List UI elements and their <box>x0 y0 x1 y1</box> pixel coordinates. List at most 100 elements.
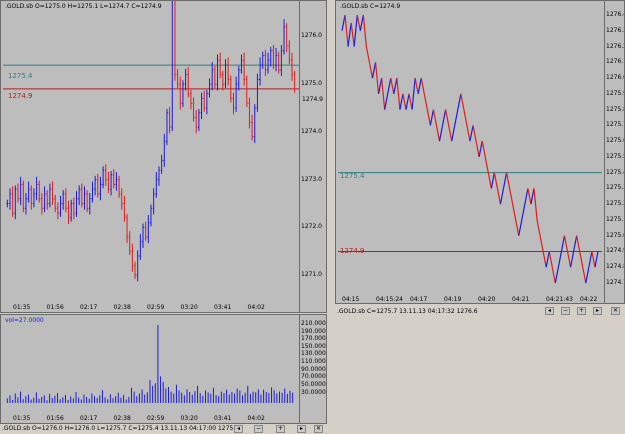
right-y-tick: 1276.3 <box>606 26 625 34</box>
price-line-segment <box>588 251 593 268</box>
price-line-segment <box>557 251 563 268</box>
price-line-segment <box>390 77 395 94</box>
price-line-segment <box>414 77 419 94</box>
left-volume-plot <box>6 324 294 403</box>
price-line-segment <box>563 235 569 252</box>
settings-icon[interactable]: ✕ <box>314 425 323 433</box>
price-line-segment <box>368 62 374 79</box>
right-x-tick: 04:15 <box>342 296 360 303</box>
price-line-segment <box>505 172 511 189</box>
left-chart-title: .GOLD.sb O=1275.0 H=1275.1 L=1274.7 C=12… <box>5 3 162 10</box>
price-line-segment <box>533 188 538 220</box>
right-zoom-out-button[interactable]: − <box>561 307 570 315</box>
price-line-segment <box>460 93 465 110</box>
right-y-tick: 1276.4 <box>606 11 625 19</box>
price-line-segment <box>441 109 447 126</box>
right-x-tick: 04:19 <box>444 296 462 303</box>
right-close-icon[interactable]: ✕ <box>611 307 620 315</box>
volume-x-tick: 01:56 <box>46 415 64 422</box>
price-line-segment <box>566 251 572 268</box>
left-y-tick: 1272.0 <box>301 223 322 231</box>
right-y-tick: 1275.9 <box>606 89 625 97</box>
price-line-segment <box>582 267 587 284</box>
volume-y-tick: 210.0000 <box>301 320 327 327</box>
right-y-tick: 1275.3 <box>606 184 625 192</box>
left-price-panel[interactable]: .GOLD.sb O=1275.0 H=1275.1 L=1274.7 C=12… <box>0 0 327 313</box>
price-line-segment <box>591 251 596 268</box>
right-scroll-right-button[interactable]: ▸ <box>593 307 602 315</box>
price-line-segment <box>350 22 355 47</box>
price-line-segment <box>426 109 431 126</box>
price-line-segment <box>530 188 535 205</box>
scroll-right-button[interactable]: ▸ <box>297 425 306 433</box>
price-line-segment <box>472 125 477 142</box>
price-line-segment <box>484 156 489 173</box>
right-scroll-left-button[interactable]: ◂ <box>545 307 554 315</box>
right-x-tick: 04:21 <box>512 296 530 303</box>
volume-y-tick: 130.0000 <box>301 350 327 358</box>
price-line-segment <box>490 172 495 189</box>
price-line-segment <box>438 125 444 142</box>
price-line-segment <box>536 219 541 236</box>
right-zoom-in-button[interactable]: + <box>577 307 586 315</box>
right-y-tick: 1275.7 <box>606 121 625 129</box>
price-line-segment <box>569 251 575 268</box>
price-line-segment <box>545 251 550 268</box>
price-line-segment <box>387 77 392 94</box>
right-price-plot <box>338 14 602 284</box>
right-chart-title: .GOLD.sb C=1274.9 <box>340 3 401 10</box>
price-line-segment <box>356 14 361 31</box>
right-ref-label-blue: 1275.4 <box>340 172 365 180</box>
left-ref-label-blue: 1275.4 <box>8 72 33 80</box>
zoom-in-button[interactable]: + <box>276 425 285 433</box>
price-line-segment <box>579 251 584 268</box>
right-y-tick: 1274.7 <box>606 278 625 286</box>
left-current-price: 1274.9 <box>302 96 323 103</box>
right-y-tick: 1275.1 <box>606 215 625 223</box>
price-line-segment <box>487 172 492 189</box>
price-line-segment <box>457 93 462 110</box>
volume-y-tick: 30.0000 <box>301 388 326 396</box>
price-line-segment <box>435 125 441 142</box>
left-x-tick: 01:35 <box>13 304 31 311</box>
zoom-out-button[interactable]: − <box>254 425 263 433</box>
price-line-segment <box>384 93 389 110</box>
left-x-tick: 01:56 <box>46 304 64 311</box>
price-line-segment <box>496 188 502 205</box>
price-line-segment <box>502 172 508 189</box>
volume-title: vol=27.0000 <box>5 317 44 324</box>
left-volume-panel[interactable]: vol=27.0000 210.0000 190.0000 170.0000 150.… <box>0 314 327 424</box>
price-line-segment <box>420 77 425 94</box>
price-line-segment <box>448 125 453 142</box>
volume-x-tick: 03:20 <box>180 415 198 422</box>
price-line-segment <box>341 14 346 31</box>
price-line-segment <box>539 235 544 252</box>
right-price-panel[interactable]: .GOLD.sb C=1274.9 1275.4 1274.9 1276.4 12… <box>335 0 625 304</box>
left-y-tick: 1273.0 <box>301 175 322 183</box>
price-line-segment <box>423 93 428 110</box>
price-line-segment <box>429 109 435 126</box>
right-x-tick: 04:15:24 <box>376 296 403 303</box>
price-line-segment <box>493 172 499 189</box>
price-line-segment <box>560 235 566 252</box>
price-line-segment <box>573 235 578 252</box>
price-line-segment <box>481 141 486 157</box>
price-line-segment <box>475 141 480 157</box>
left-y-tick: 1271.0 <box>301 271 322 279</box>
price-line-segment <box>396 78 401 110</box>
price-line-segment <box>408 93 413 110</box>
price-line-segment <box>542 251 547 268</box>
scroll-left-button[interactable]: ◂ <box>234 425 243 433</box>
left-y-tick: 1274.0 <box>301 127 322 135</box>
price-line-segment <box>432 109 438 126</box>
left-price-axis <box>299 1 326 312</box>
volume-y-tick: 70.0000 <box>301 373 326 381</box>
price-line-segment <box>527 188 532 205</box>
right-y-tick: 1275.4 <box>606 168 625 176</box>
right-y-tick: 1276.0 <box>606 74 625 82</box>
price-line-segment <box>521 204 526 221</box>
right-y-tick: 1275.0 <box>606 231 625 239</box>
price-line-segment <box>515 219 520 236</box>
right-x-tick: 04:17 <box>410 296 428 303</box>
volume-x-tick: 04:02 <box>247 415 265 422</box>
